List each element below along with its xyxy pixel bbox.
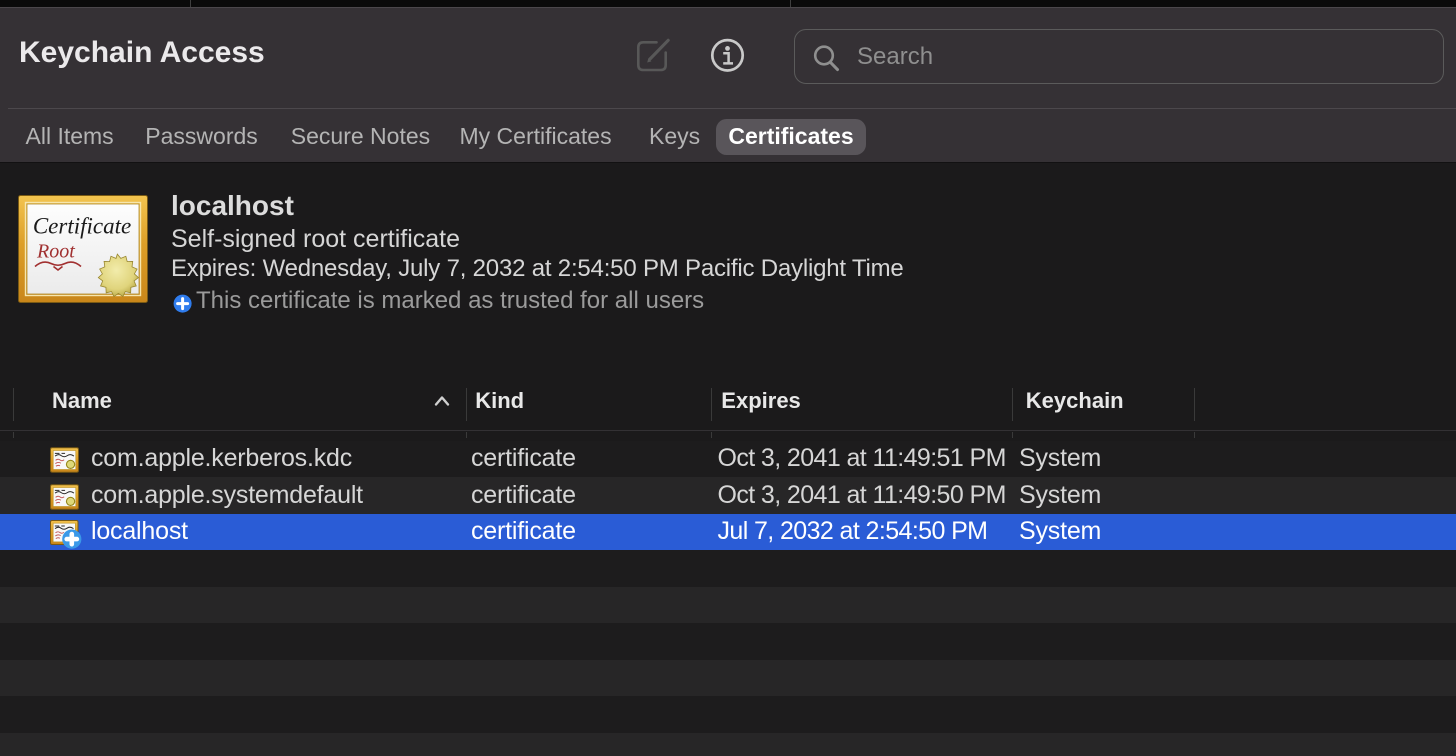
svg-text:Root: Root bbox=[36, 241, 75, 263]
svg-text:Certificate: Certificate bbox=[33, 214, 131, 239]
